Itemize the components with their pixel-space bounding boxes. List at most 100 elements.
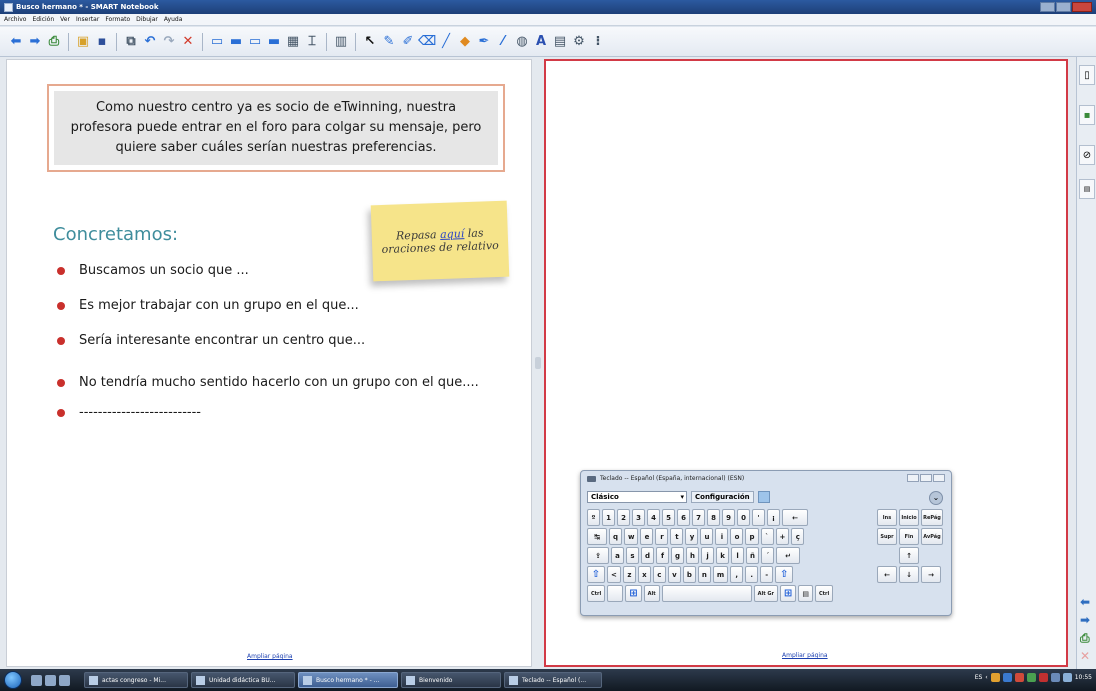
task-unidad-didactica[interactable]: Unidad didáctica BU... <box>191 672 295 688</box>
select-icon[interactable]: ↖ <box>362 34 378 50</box>
key[interactable]: q <box>609 528 623 545</box>
quick-launch-desktop-icon[interactable] <box>31 674 42 686</box>
tab-key[interactable]: ↹ <box>587 528 607 545</box>
recognize-icon[interactable]: ▤ <box>552 34 568 50</box>
alt-left-key[interactable]: Alt <box>643 585 660 602</box>
key[interactable]: h <box>686 547 700 564</box>
left-page[interactable]: Como nuestro centro ya es socio de eTwin… <box>6 59 532 667</box>
key[interactable]: 5 <box>662 509 675 526</box>
key[interactable]: s <box>626 547 639 564</box>
arrow-right-key[interactable]: → <box>921 566 941 583</box>
sticky-note[interactable]: Repasa aquí las oraciones de relativo <box>370 200 510 282</box>
delete-icon[interactable]: ✕ <box>180 34 196 50</box>
page-down-key[interactable]: AvPág <box>921 528 943 545</box>
line-icon[interactable]: ╱ <box>438 34 454 50</box>
key[interactable]: 7 <box>692 509 705 526</box>
shape-icon[interactable]: ◆ <box>457 34 473 50</box>
slide-view-icon[interactable]: ▦ <box>285 34 301 50</box>
tray-display-icon[interactable] <box>1050 673 1060 682</box>
gallery-tab[interactable]: ▪ <box>1079 105 1095 125</box>
minimize-button[interactable] <box>1040 2 1055 12</box>
enter-key[interactable]: ↵ <box>776 547 801 564</box>
key[interactable]: + <box>775 528 790 545</box>
keyboard-help-icon[interactable] <box>757 491 770 503</box>
alt-gr-key[interactable]: Alt Gr <box>753 585 778 602</box>
key[interactable]: l <box>731 547 745 564</box>
home-key[interactable]: Inicio <box>899 509 920 526</box>
redo-icon[interactable]: ↷ <box>161 34 177 50</box>
windows-right-key[interactable]: ⊞ <box>779 585 797 602</box>
forward-arrow-icon[interactable]: ➡ <box>27 34 43 50</box>
back-arrow-icon[interactable]: ⬅ <box>8 34 24 50</box>
maximize-button[interactable] <box>1056 2 1071 12</box>
arrow-left-key[interactable]: ← <box>877 566 897 583</box>
key[interactable]: ' <box>752 509 765 526</box>
shift-left-key[interactable]: ⇧ <box>587 566 605 583</box>
sidebar-delete-icon[interactable]: ✕ <box>1080 649 1094 663</box>
key[interactable]: 0 <box>737 509 750 526</box>
keyboard-minimize-button[interactable] <box>907 474 919 482</box>
key[interactable]: d <box>641 547 655 564</box>
ctrl-right-key[interactable]: Ctrl <box>814 585 834 602</box>
delete-key[interactable]: Supr <box>877 528 897 545</box>
task-teclado[interactable]: Teclado -- Español (... <box>504 672 602 688</box>
key[interactable]: º <box>587 509 600 526</box>
quick-launch-explorer-icon[interactable] <box>45 674 56 686</box>
caps-lock-key[interactable]: ⇪ <box>587 547 609 564</box>
add-page-icon[interactable]: ⎙ <box>46 34 62 50</box>
key[interactable]: n <box>697 566 711 583</box>
volume-icon[interactable] <box>1062 673 1072 682</box>
close-button[interactable] <box>1072 2 1092 12</box>
key[interactable]: b <box>682 566 696 583</box>
start-button[interactable] <box>4 671 22 689</box>
menu-insertar[interactable]: Insertar <box>76 16 99 23</box>
key[interactable]: 3 <box>632 509 645 526</box>
document-camera-icon[interactable]: ▬ <box>266 34 282 50</box>
key[interactable]: ç <box>791 528 805 545</box>
keyboard-maximize-button[interactable] <box>920 474 932 482</box>
windows-left-key[interactable]: ⊞ <box>625 585 642 602</box>
sidebar-back-icon[interactable]: ⬅ <box>1080 595 1094 609</box>
text-icon[interactable]: A <box>533 34 549 50</box>
menu-ayuda[interactable]: Ayuda <box>164 16 183 23</box>
sidebar-forward-icon[interactable]: ➡ <box>1080 613 1094 627</box>
language-indicator[interactable]: ES <box>975 674 983 681</box>
open-icon[interactable]: ▣ <box>75 34 91 50</box>
keyboard-collapse-icon[interactable]: ⌄ <box>929 491 943 505</box>
key[interactable]: , <box>730 566 744 583</box>
magic-pen-icon[interactable]: ✒ <box>476 34 492 50</box>
properties-tab[interactable]: ▤ <box>1079 179 1095 199</box>
key[interactable]: g <box>671 547 685 564</box>
key[interactable]: j <box>701 547 715 564</box>
backspace-key[interactable]: ← <box>782 509 808 526</box>
task-busco-hermano[interactable]: Busco hermano * - ... <box>298 672 398 688</box>
key[interactable]: 6 <box>677 509 690 526</box>
sticky-link[interactable]: aquí <box>440 227 465 241</box>
tray-alert-icon[interactable] <box>1038 673 1048 682</box>
page-up-key[interactable]: RePág <box>921 509 943 526</box>
menu-ver[interactable]: Ver <box>60 16 70 23</box>
key[interactable]: ` <box>760 528 774 545</box>
task-actas-congreso[interactable]: actas congreso - Mi... <box>84 672 188 688</box>
menu-formato[interactable]: Formato <box>105 16 130 23</box>
text-box-icon[interactable]: ⌶ <box>304 34 320 50</box>
key[interactable]: p <box>745 528 759 545</box>
key[interactable]: < <box>607 566 621 583</box>
table-icon[interactable]: ▥ <box>333 34 349 50</box>
expand-page-link-left[interactable]: Ampliar página <box>247 653 293 660</box>
key[interactable]: u <box>700 528 714 545</box>
key[interactable]: m <box>712 566 729 583</box>
attachments-tab[interactable]: ⊘ <box>1079 145 1095 165</box>
tray-app-icon[interactable] <box>990 673 1000 682</box>
arrow-up-key[interactable]: ↑ <box>899 547 919 564</box>
pen-icon[interactable]: ✎ <box>381 34 397 50</box>
creative-pen-icon[interactable]: ✐ <box>400 34 416 50</box>
key[interactable]: 8 <box>707 509 720 526</box>
expand-page-link-right[interactable]: Ampliar página <box>782 652 828 659</box>
tray-network-icon[interactable] <box>1002 673 1012 682</box>
key[interactable]: . <box>745 566 759 583</box>
key[interactable]: r <box>655 528 669 545</box>
key[interactable]: k <box>716 547 730 564</box>
menu-edicion[interactable]: Edición <box>32 16 54 23</box>
key[interactable]: x <box>637 566 651 583</box>
